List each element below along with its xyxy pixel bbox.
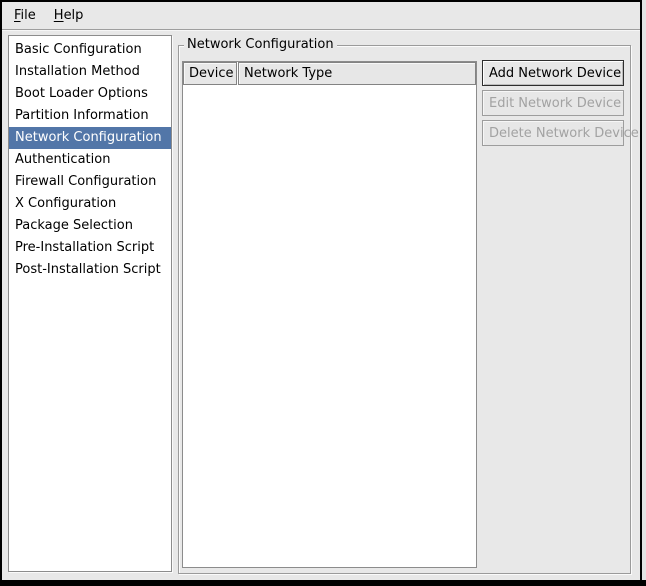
desktop-gutter (642, 0, 646, 580)
sidebar-item-x-configuration[interactable]: X Configuration (9, 193, 171, 215)
sidebar-item-partition-information[interactable]: Partition Information (9, 105, 171, 127)
add-network-device-button[interactable]: Add Network Device (482, 60, 624, 86)
menu-file-label: ile (21, 8, 36, 23)
sidebar-item-authentication[interactable]: Authentication (9, 149, 171, 171)
sidebar-item-network-configuration[interactable]: Network Configuration (9, 127, 171, 149)
table-body-empty (183, 85, 476, 567)
sidebar-item-post-installation-script[interactable]: Post-Installation Script (9, 259, 171, 281)
sidebar-item-pre-installation-script[interactable]: Pre-Installation Script (9, 237, 171, 259)
config-section-list: Basic Configuration Installation Method … (8, 35, 172, 572)
menu-help-label: elp (64, 8, 84, 23)
app-screenshot: File Help Basic Configuration Installati… (0, 0, 646, 586)
network-device-table: Device Network Type (182, 61, 477, 568)
delete-network-device-button: Delete Network Device (482, 120, 624, 146)
menu-file[interactable]: File (12, 2, 38, 29)
column-header-device[interactable]: Device (183, 62, 237, 85)
sidebar-item-basic-configuration[interactable]: Basic Configuration (9, 39, 171, 61)
frame-title: Network Configuration (184, 36, 337, 54)
edit-network-device-button: Edit Network Device (482, 90, 624, 116)
menu-help-mnemonic: H (54, 8, 64, 23)
sidebar-item-boot-loader-options[interactable]: Boot Loader Options (9, 83, 171, 105)
menubar: File Help (2, 2, 640, 30)
window-bottom-border (0, 580, 646, 586)
sidebar-item-installation-method[interactable]: Installation Method (9, 61, 171, 83)
column-header-network-type[interactable]: Network Type (238, 62, 476, 85)
sidebar-item-package-selection[interactable]: Package Selection (9, 215, 171, 237)
sidebar-item-firewall-configuration[interactable]: Firewall Configuration (9, 171, 171, 193)
menu-help[interactable]: Help (52, 2, 86, 29)
table-header-row: Device Network Type (183, 62, 476, 85)
kickstart-configurator-window: File Help Basic Configuration Installati… (2, 2, 640, 580)
